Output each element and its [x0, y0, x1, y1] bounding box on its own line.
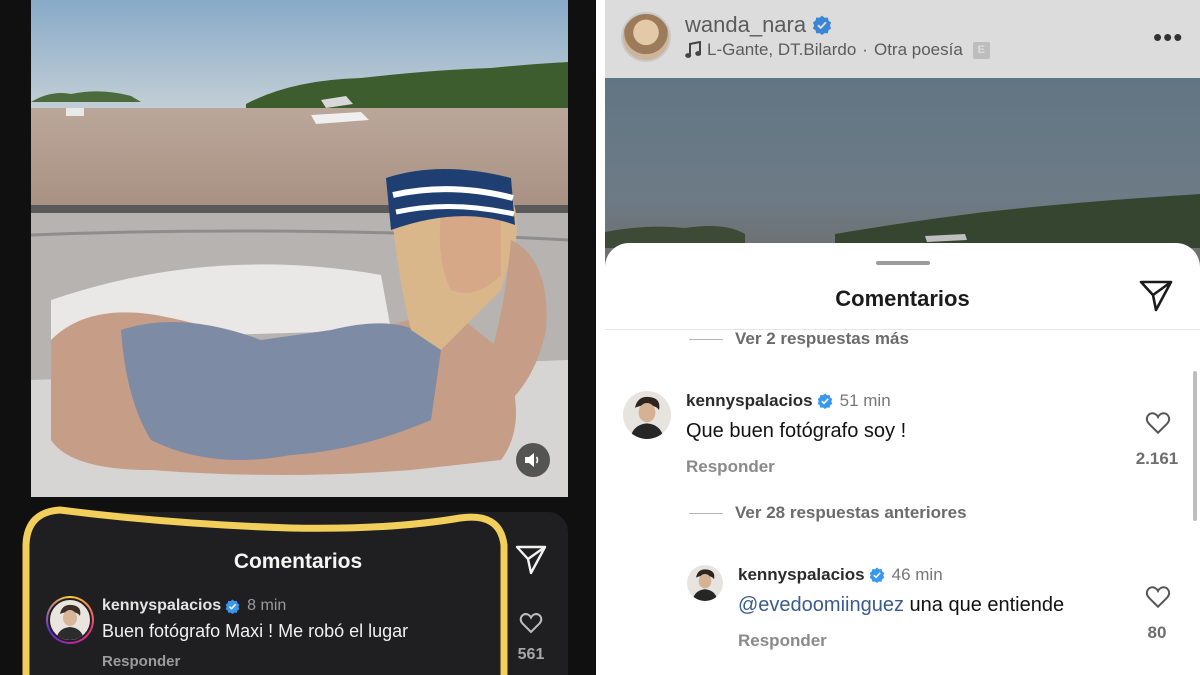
reply-button[interactable]: Responder — [686, 457, 775, 477]
mention-link[interactable]: @evedoomiinguez — [738, 594, 904, 616]
comment-text: Que buen fotógrafo soy ! — [686, 420, 907, 442]
more-options-icon[interactable]: ••• — [1153, 22, 1183, 53]
reply-button[interactable]: Responder — [738, 631, 827, 651]
comments-sheet: Comentarios Ver 2 respuestas más kennysp… — [605, 243, 1200, 675]
comment-username[interactable]: kennyspalacios 51 min — [686, 391, 891, 411]
scrollbar[interactable] — [1193, 371, 1197, 521]
heart-icon[interactable] — [1145, 411, 1171, 435]
photo-trees — [605, 194, 1200, 248]
left-screenshot-panel: Comentarios kennyspalacios 8 min Buen fo… — [0, 0, 596, 675]
right-screenshot-panel: wanda_nara L-Gante, DT.Bilardo · Otra po… — [605, 0, 1200, 675]
explicit-badge: E — [972, 41, 990, 59]
like-count: 2.161 — [1135, 449, 1179, 468]
view-more-replies[interactable]: Ver 2 respuestas más — [689, 329, 909, 349]
comments-title: Comentarios — [835, 286, 970, 311]
post-header: wanda_nara L-Gante, DT.Bilardo · Otra po… — [605, 0, 1200, 78]
heart-icon[interactable] — [1145, 585, 1171, 609]
verified-icon — [817, 393, 832, 409]
music-note-icon — [685, 41, 701, 58]
like-count: 80 — [1147, 623, 1167, 642]
highlight-outline — [22, 506, 508, 675]
avatar[interactable] — [623, 391, 671, 439]
avatar[interactable] — [621, 12, 671, 62]
avatar[interactable] — [687, 565, 723, 601]
music-info[interactable]: L-Gante, DT.Bilardo · Otra poesía E — [685, 40, 990, 60]
post-username[interactable]: wanda_nara — [685, 12, 832, 38]
comment-time: 46 min — [891, 565, 943, 584]
sheet-drag-handle[interactable] — [876, 261, 930, 265]
view-previous-replies[interactable]: Ver 28 respuestas anteriores — [689, 503, 967, 523]
comment-text: @evedoomiinguez una que entiende — [738, 594, 1065, 616]
comment-username[interactable]: kennyspalacios 46 min — [738, 565, 943, 585]
comment-time: 51 min — [839, 391, 891, 410]
verified-icon — [812, 15, 832, 35]
panel-divider — [596, 0, 605, 675]
send-icon[interactable] — [1139, 280, 1173, 312]
verified-icon — [869, 567, 884, 583]
